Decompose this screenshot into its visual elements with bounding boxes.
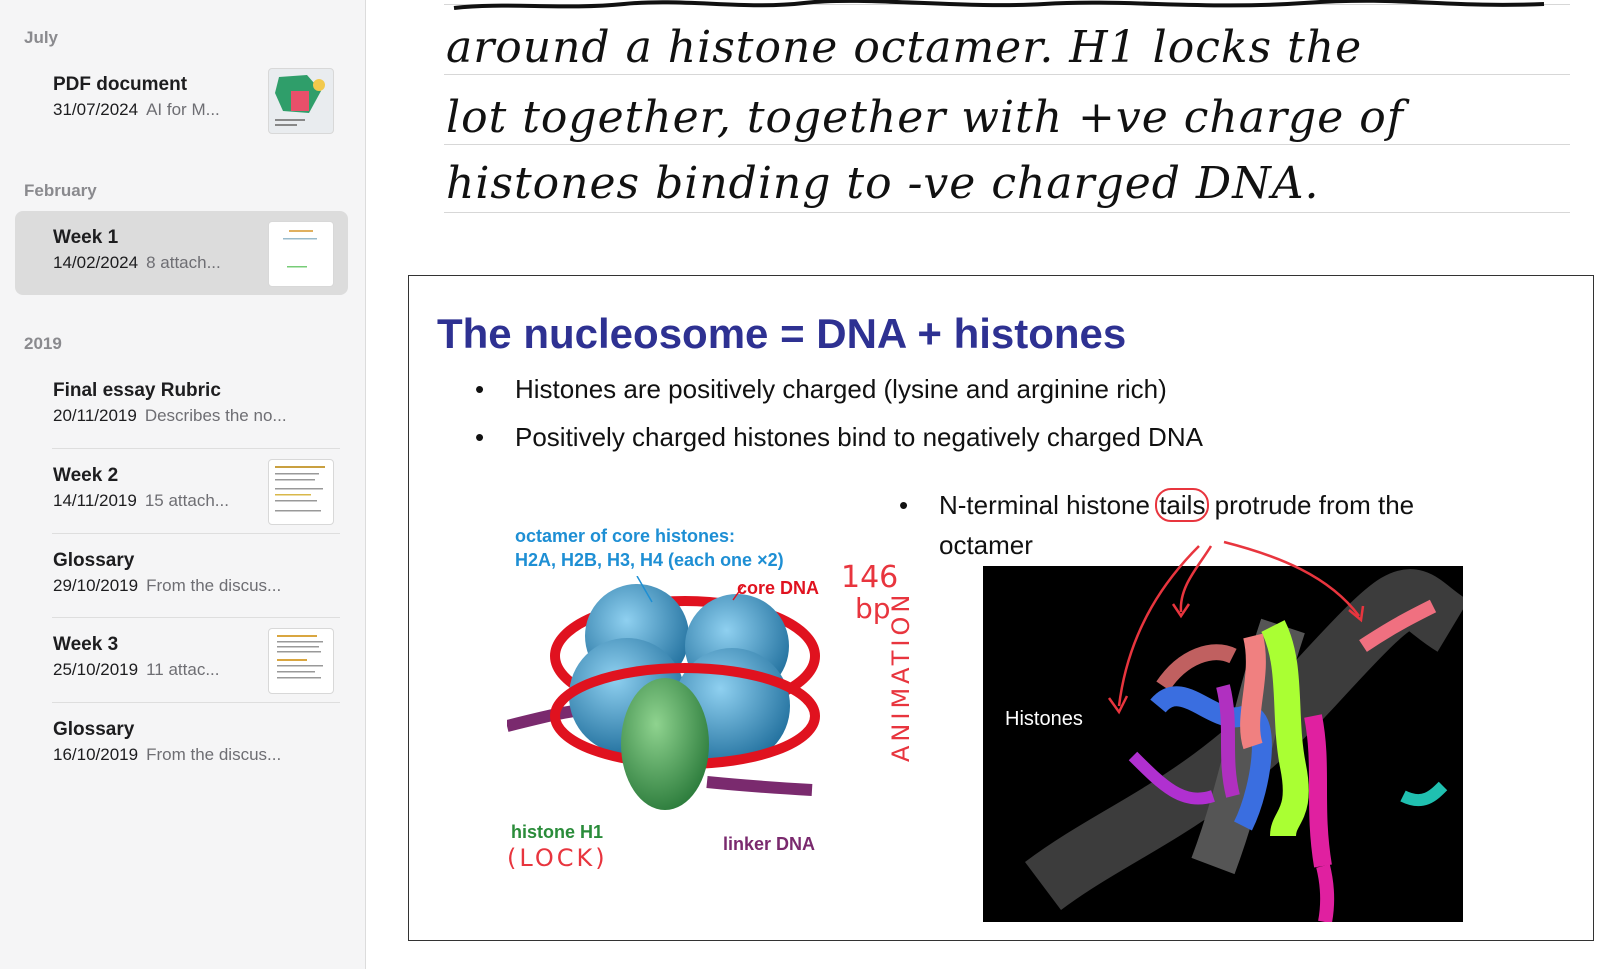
slide-bullet-2: • Positively charged histones bind to neg… [475,422,1203,453]
note-title: PDF document [53,74,188,95]
handwritten-line-1: around a histone octamer. H1 locks the [446,22,1363,73]
note-meta: 31/07/2024 AI for M... [53,100,220,120]
bullet-dot: • [475,374,485,404]
notes-sidebar: July PDF document 31/07/2024 AI for M... … [0,0,366,969]
note-date: 14/02/2024 [53,253,139,272]
note-thumbnail [268,628,334,694]
note-item-week-1[interactable]: Week 1 14/02/2024 8 attach... [15,211,348,295]
note-item-glossary[interactable]: Glossary 29/10/2019 From the discus... [15,534,348,618]
note-preview: 11 attac... [146,660,220,679]
note-title: Week 1 [53,227,119,248]
bullet-dot: • [899,490,909,520]
ruled-line [444,144,1570,145]
note-preview: From the discus... [146,576,282,595]
note-item-week-2[interactable]: Week 2 14/11/2019 15 attach... [15,449,348,533]
slide-title: The nucleosome = DNA + histones [437,310,1127,357]
bullet-text: Histones are positively charged (lysine … [515,374,1167,404]
section-header-february: February [24,181,97,200]
annotation-bp: bp [855,592,891,625]
histone-h1-label: histone H1 [511,822,604,842]
note-title: Week 2 [53,465,119,486]
note-thumbnail [268,221,334,287]
handwritten-line-3: histones binding to -ve charged DNA. [446,158,1320,209]
slide-bullet-1: • Histones are positively charged (lysine… [475,374,1167,405]
note-thumbnail [268,68,334,134]
section-header-2019: 2019 [24,334,62,353]
note-thumbnail [268,459,334,525]
note-item-week-3[interactable]: Week 3 25/10/2019 11 attac... [15,618,348,702]
annotation-animation: ANIMATION [887,590,915,762]
note-meta: 29/10/2019 From the discus... [53,576,281,596]
nucleosome-diagram [507,576,820,810]
note-date: 20/11/2019 [53,406,137,425]
handwritten-line-2: lot together, together with +ve charge o… [446,92,1404,143]
annotation-lock: (LOCK) [507,844,608,872]
embedded-slide-image[interactable]: The nucleosome = DNA + histones • Histone… [408,275,1594,941]
note-meta: 25/10/2019 11 attac... [53,660,220,680]
octamer-label-line-2: H2A, H2B, H3, H4 (each one ×2) [515,550,784,570]
octamer-label-line-1: octamer of core histones: [515,526,736,546]
bullet-text: Positively charged histones bind to nega… [515,422,1203,452]
section-header-july: July [24,28,59,47]
note-preview: Describes the no... [144,406,287,425]
note-meta: 16/10/2019 From the discus... [53,745,281,765]
note-preview: 8 attach... [146,253,221,272]
note-meta: 14/02/2024 8 attach... [53,253,221,273]
note-date: 31/07/2024 [53,100,139,119]
annotation-arrows [1107,540,1365,715]
note-preview: From the discus... [146,745,282,764]
bullet-dot: • [475,422,485,452]
note-meta: 20/11/2019 Describes the no... [53,406,287,426]
note-title: Glossary [53,550,135,571]
ruled-line [444,74,1570,75]
note-title: Week 3 [53,634,119,655]
note-title: Glossary [53,719,135,740]
note-title: Final essay Rubric [53,380,221,401]
note-item-pdf-document[interactable]: PDF document 31/07/2024 AI for M... [15,58,348,142]
note-date: 16/10/2019 [53,745,139,764]
note-item-glossary-2[interactable]: Glossary 16/10/2019 From the discus... [15,703,348,787]
note-item-final-essay-rubric[interactable]: Final essay Rubric 20/11/2019 Describes t… [15,364,348,448]
note-date: 29/10/2019 [53,576,139,595]
note-date: 25/10/2019 [53,660,139,679]
note-meta: 14/11/2019 15 attach... [53,491,229,511]
linker-dna-label: linker DNA [723,834,816,854]
note-preview: AI for M... [146,100,220,119]
note-preview: 15 attach... [144,491,229,510]
cut-off-handwriting [453,0,1545,10]
note-date: 14/11/2019 [53,491,137,510]
ruled-line [444,212,1570,213]
